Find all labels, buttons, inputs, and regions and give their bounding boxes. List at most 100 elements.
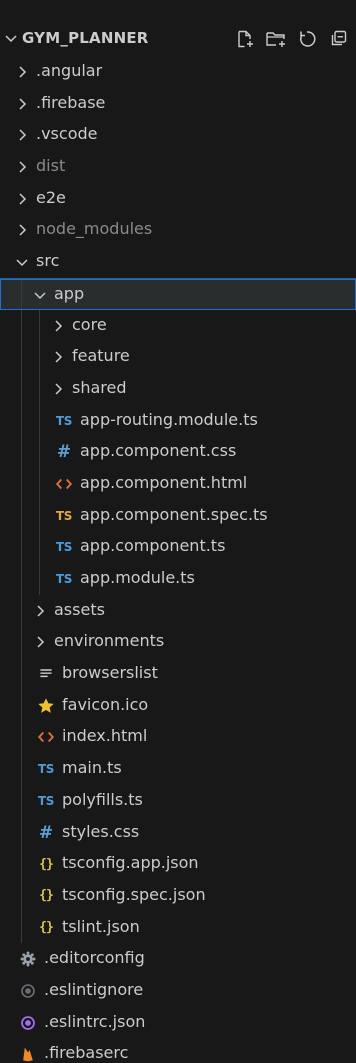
chevron-right-icon[interactable] bbox=[50, 318, 66, 334]
chevron-down-icon[interactable] bbox=[32, 287, 48, 303]
chevron-right-icon[interactable] bbox=[50, 381, 66, 397]
chevron-right-icon[interactable] bbox=[32, 634, 48, 650]
explorer-actions bbox=[233, 26, 350, 52]
chevron-right-icon[interactable] bbox=[50, 349, 66, 365]
folder-item[interactable]: core bbox=[0, 309, 356, 342]
file-item[interactable]: app.component.html bbox=[0, 467, 356, 500]
folder-item[interactable]: assets bbox=[0, 594, 356, 627]
indent-guide bbox=[21, 278, 22, 310]
folder-item[interactable]: .firebase bbox=[0, 88, 356, 120]
indent-guide bbox=[21, 689, 22, 722]
chevron-right-icon[interactable] bbox=[14, 64, 30, 80]
folder-item[interactable]: src bbox=[0, 246, 356, 278]
chevron-down-icon[interactable] bbox=[14, 254, 30, 270]
file-item[interactable]: .firebaserc bbox=[0, 1038, 356, 1063]
file-item[interactable]: {} tslint.json bbox=[0, 911, 356, 944]
indent-guide bbox=[21, 594, 22, 627]
file-item[interactable]: index.html bbox=[0, 721, 356, 754]
indent-guide bbox=[39, 467, 40, 500]
project-title[interactable]: GYM_PLANNER bbox=[22, 29, 149, 47]
file-item[interactable]: TS app.component.spec.ts bbox=[0, 499, 356, 532]
gear-icon bbox=[18, 949, 38, 969]
file-label: index.html bbox=[62, 726, 148, 746]
file-item[interactable]: TS app.component.ts bbox=[0, 531, 356, 563]
file-item[interactable]: TS app.module.ts bbox=[0, 563, 356, 595]
folder-item[interactable]: app bbox=[0, 277, 356, 310]
file-item[interactable]: TS main.ts bbox=[0, 753, 356, 785]
new-folder-button[interactable] bbox=[264, 27, 288, 51]
file-label: app-routing.module.ts bbox=[80, 409, 258, 429]
file-label: styles.css bbox=[62, 821, 140, 841]
folder-item[interactable]: environments bbox=[0, 626, 356, 659]
star-icon bbox=[36, 696, 56, 716]
indent-guide bbox=[39, 531, 40, 563]
folder-item[interactable]: shared bbox=[0, 372, 356, 405]
chevron-right-icon[interactable] bbox=[14, 191, 30, 207]
file-label: main.ts bbox=[62, 758, 122, 778]
json-file-icon: {} bbox=[39, 888, 54, 904]
file-item[interactable]: browserslist bbox=[0, 658, 356, 690]
new-file-button[interactable] bbox=[233, 27, 257, 51]
file-label: .eslintrc.json bbox=[44, 1011, 146, 1031]
new-file-icon bbox=[238, 30, 253, 48]
indent-guide bbox=[21, 436, 22, 468]
folder-label: dist bbox=[36, 156, 66, 176]
indent-guide bbox=[39, 372, 40, 405]
file-item[interactable]: # app.component.css bbox=[0, 436, 356, 468]
file-item[interactable]: TS polyfills.ts bbox=[0, 784, 356, 817]
file-label: .eslintignore bbox=[44, 979, 144, 999]
json-file-icon: {} bbox=[39, 920, 54, 936]
indent-guide bbox=[21, 531, 22, 563]
typescript-file-icon: TS bbox=[37, 793, 55, 808]
refresh-button[interactable] bbox=[295, 27, 319, 51]
file-label: app.component.css bbox=[80, 441, 237, 461]
explorer-header[interactable]: GYM_PLANNER bbox=[0, 22, 356, 56]
file-label: .firebaserc bbox=[44, 1043, 129, 1063]
folder-item[interactable]: .angular bbox=[0, 56, 356, 88]
collapse-all-button[interactable] bbox=[326, 27, 350, 51]
css-file-icon: # bbox=[56, 442, 72, 463]
file-item[interactable]: TS app-routing.module.ts bbox=[0, 404, 356, 437]
file-item[interactable]: # styles.css bbox=[0, 816, 356, 849]
file-item[interactable]: .editorconfig bbox=[0, 943, 356, 975]
folder-label: assets bbox=[54, 599, 105, 619]
indent-guide bbox=[21, 658, 22, 690]
text-file-icon bbox=[36, 664, 56, 684]
typescript-file-icon: TS bbox=[55, 572, 73, 586]
file-item[interactable]: .eslintignore bbox=[0, 975, 356, 1007]
file-label: browserslist bbox=[62, 663, 158, 683]
chevron-right-icon[interactable] bbox=[14, 222, 30, 238]
folder-label: src bbox=[36, 251, 60, 271]
folder-item[interactable]: e2e bbox=[0, 183, 356, 215]
indent-guide bbox=[39, 309, 40, 342]
chevron-right-icon[interactable] bbox=[32, 603, 48, 619]
indent-guide bbox=[21, 341, 22, 373]
indent-guide bbox=[39, 499, 40, 532]
file-label: tsconfig.app.json bbox=[62, 853, 199, 873]
file-item[interactable]: {} tsconfig.app.json bbox=[0, 848, 356, 880]
indent-guide bbox=[21, 404, 22, 437]
file-label: tslint.json bbox=[62, 916, 140, 936]
chevron-right-icon[interactable] bbox=[14, 96, 30, 112]
indent-guide bbox=[21, 721, 22, 754]
html-file-icon bbox=[36, 727, 56, 747]
new-folder-icon bbox=[266, 32, 285, 47]
file-item[interactable]: .eslintrc.json bbox=[0, 1007, 356, 1039]
folder-item[interactable]: dist bbox=[0, 151, 356, 183]
chevron-right-icon[interactable] bbox=[14, 127, 30, 143]
folder-item[interactable]: node_modules bbox=[0, 214, 356, 246]
file-item[interactable]: favicon.ico bbox=[0, 689, 356, 722]
folder-item[interactable]: feature bbox=[0, 341, 356, 373]
folder-item[interactable]: .vscode bbox=[0, 119, 356, 151]
file-item[interactable]: {} tsconfig.spec.json bbox=[0, 879, 356, 912]
chevron-down-icon[interactable] bbox=[3, 30, 19, 46]
file-label: app.component.ts bbox=[80, 536, 226, 556]
folder-label: feature bbox=[72, 346, 130, 366]
file-tree: .angular .firebase .vscode dist e2e node_modu… bbox=[0, 56, 356, 1063]
folder-label: .vscode bbox=[36, 124, 98, 144]
indent-guide bbox=[39, 436, 40, 468]
indent-guide bbox=[21, 816, 22, 849]
file-label: app.module.ts bbox=[80, 568, 195, 587]
file-label: favicon.ico bbox=[62, 694, 149, 714]
chevron-right-icon[interactable] bbox=[14, 159, 30, 175]
